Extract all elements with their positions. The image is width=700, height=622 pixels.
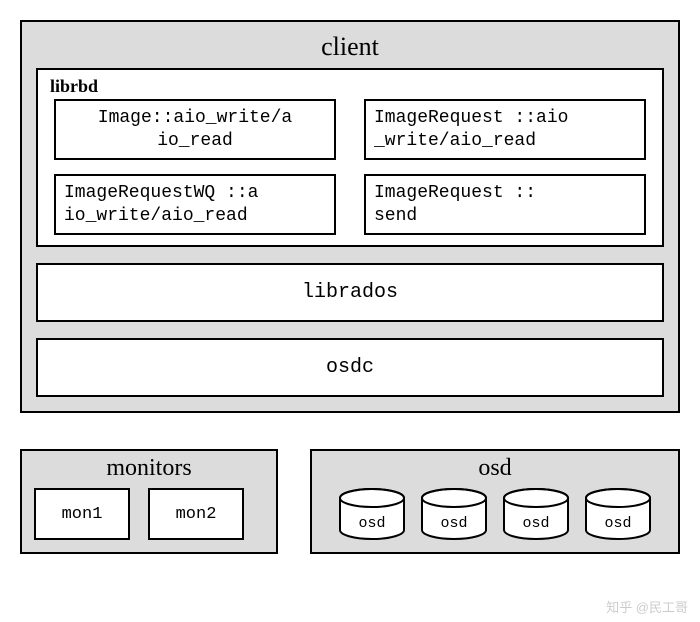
osd-label: osd xyxy=(419,515,489,532)
librados-box: librados xyxy=(36,263,664,322)
librbd-grid: Image::aio_write/aio_read ImageRequest :… xyxy=(48,99,652,235)
librbd-container: librbd Image::aio_write/aio_read ImageRe… xyxy=(36,68,664,247)
client-title: client xyxy=(36,32,664,62)
cylinder-icon xyxy=(583,488,653,540)
mon-item: mon2 xyxy=(148,488,244,540)
cylinder-icon xyxy=(419,488,489,540)
osd-title: osd xyxy=(324,455,666,482)
osd-label: osd xyxy=(583,515,653,532)
box-imagerequest-aio: ImageRequest ::aio_write/aio_read xyxy=(364,99,646,160)
monitors-container: monitors mon1 mon2 xyxy=(20,449,278,554)
box-image-aio: Image::aio_write/aio_read xyxy=(54,99,336,160)
osd-cylinder: osd xyxy=(583,488,653,540)
osd-row: osd osd osd xyxy=(324,488,666,540)
cylinder-icon xyxy=(501,488,571,540)
mon-item: mon1 xyxy=(34,488,130,540)
cylinder-icon xyxy=(337,488,407,540)
osd-cylinder: osd xyxy=(337,488,407,540)
monitors-title: monitors xyxy=(34,455,264,482)
librbd-title: librbd xyxy=(50,76,652,97)
osdc-box: osdc xyxy=(36,338,664,397)
watermark: 知乎 @民工哥 xyxy=(606,597,688,616)
box-imagerequestwq-aio: ImageRequestWQ ::aio_write/aio_read xyxy=(54,174,336,235)
osd-container: osd osd osd xyxy=(310,449,680,554)
bottom-row: monitors mon1 mon2 osd osd xyxy=(20,449,680,554)
box-imagerequest-send: ImageRequest ::send xyxy=(364,174,646,235)
osd-cylinder: osd xyxy=(501,488,571,540)
osd-label: osd xyxy=(501,515,571,532)
monitors-row: mon1 mon2 xyxy=(34,488,264,540)
osd-label: osd xyxy=(337,515,407,532)
osd-cylinder: osd xyxy=(419,488,489,540)
client-container: client librbd Image::aio_write/aio_read … xyxy=(20,20,680,413)
